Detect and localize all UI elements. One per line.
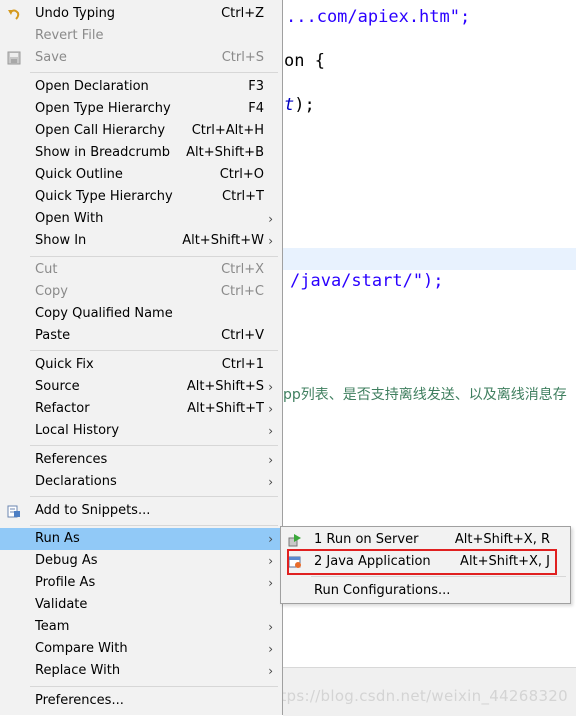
menu-item-quick-outline[interactable]: Quick Outline Ctrl+O <box>0 164 282 186</box>
menu-item-cut[interactable]: Cut Ctrl+X <box>0 259 282 281</box>
menu-item-local-history[interactable]: Local History › <box>0 420 282 442</box>
submenu-item-run-configurations[interactable]: Run Configurations... <box>281 580 570 602</box>
chevron-right-icon: › <box>268 475 273 489</box>
code-comment: pp列表、是否支持离线发送、以及离线消息存 <box>283 387 567 403</box>
menu-separator <box>30 496 278 497</box>
chevron-right-icon: › <box>268 532 273 546</box>
menu-item-paste[interactable]: Paste Ctrl+V <box>0 325 282 347</box>
menu-item-profile-as[interactable]: Profile As › <box>0 572 282 594</box>
chevron-right-icon: › <box>268 212 273 226</box>
submenu-item-run-on-server[interactable]: 1 Run on Server Alt+Shift+X, R <box>281 529 570 551</box>
menu-separator <box>30 72 278 73</box>
menu-separator <box>30 525 278 526</box>
menu-item-replace-with[interactable]: Replace With › <box>0 660 282 682</box>
chevron-right-icon: › <box>268 620 273 634</box>
watermark: https://blog.csdn.net/weixin_44268320 <box>264 687 568 705</box>
menu-item-quick-fix[interactable]: Quick Fix Ctrl+1 <box>0 354 282 376</box>
menu-item-show-in-breadcrumb[interactable]: Show in Breadcrumb Alt+Shift+B <box>0 142 282 164</box>
code-line: t); <box>284 95 315 115</box>
menu-item-revert-file[interactable]: Revert File <box>0 25 282 47</box>
chevron-right-icon: › <box>268 664 273 678</box>
menu-item-references[interactable]: References › <box>0 449 282 471</box>
chevron-right-icon: › <box>268 576 273 590</box>
menu-item-undo-typing[interactable]: Undo Typing Ctrl+Z <box>0 3 282 25</box>
menu-item-source[interactable]: Source Alt+Shift+S › <box>0 376 282 398</box>
context-menu: Undo Typing Ctrl+Z Revert File Save Ctrl+S… <box>0 0 283 715</box>
chevron-right-icon: › <box>268 380 273 394</box>
menu-separator <box>30 350 278 351</box>
code-line: ...com/apiex.htm"; <box>286 7 471 27</box>
menu-item-team[interactable]: Team › <box>0 616 282 638</box>
menu-separator <box>30 445 278 446</box>
menu-item-copy[interactable]: Copy Ctrl+C <box>0 281 282 303</box>
highlight-box <box>287 549 557 575</box>
menu-item-add-to-snippets[interactable]: Add to Snippets... <box>0 500 282 522</box>
menu-item-validate[interactable]: Validate <box>0 594 282 616</box>
snippets-icon <box>7 505 20 518</box>
chevron-right-icon: › <box>268 642 273 656</box>
menu-item-declarations[interactable]: Declarations › <box>0 471 282 493</box>
server-run-icon <box>288 534 301 547</box>
menu-item-open-type-hierarchy[interactable]: Open Type Hierarchy F4 <box>0 98 282 120</box>
menu-separator <box>30 686 278 687</box>
current-line-highlight <box>283 248 576 270</box>
menu-item-show-in[interactable]: Show In Alt+Shift+W › <box>0 230 282 252</box>
chevron-right-icon: › <box>268 453 273 467</box>
chevron-right-icon: › <box>268 424 273 438</box>
menu-item-open-declaration[interactable]: Open Declaration F3 <box>0 76 282 98</box>
menu-separator <box>30 256 278 257</box>
undo-icon <box>8 9 20 20</box>
code-line: on { <box>284 51 325 71</box>
menu-item-open-call-hierarchy[interactable]: Open Call Hierarchy Ctrl+Alt+H <box>0 120 282 142</box>
chevron-right-icon: › <box>268 402 273 416</box>
menu-item-compare-with[interactable]: Compare With › <box>0 638 282 660</box>
save-icon <box>7 51 21 65</box>
code-line: /java/start/"); <box>290 271 444 291</box>
menu-item-preferences[interactable]: Preferences... <box>0 690 282 712</box>
menu-item-refactor[interactable]: Refactor Alt+Shift+T › <box>0 398 282 420</box>
chevron-right-icon: › <box>268 234 273 248</box>
menu-item-run-as[interactable]: Run As › <box>0 528 282 550</box>
chevron-right-icon: › <box>268 554 273 568</box>
menu-item-debug-as[interactable]: Debug As › <box>0 550 282 572</box>
menu-separator <box>311 576 566 577</box>
menu-item-save[interactable]: Save Ctrl+S <box>0 47 282 69</box>
menu-item-open-with[interactable]: Open With › <box>0 208 282 230</box>
menu-item-copy-qualified-name[interactable]: Copy Qualified Name <box>0 303 282 325</box>
menu-item-quick-type-hierarchy[interactable]: Quick Type Hierarchy Ctrl+T <box>0 186 282 208</box>
